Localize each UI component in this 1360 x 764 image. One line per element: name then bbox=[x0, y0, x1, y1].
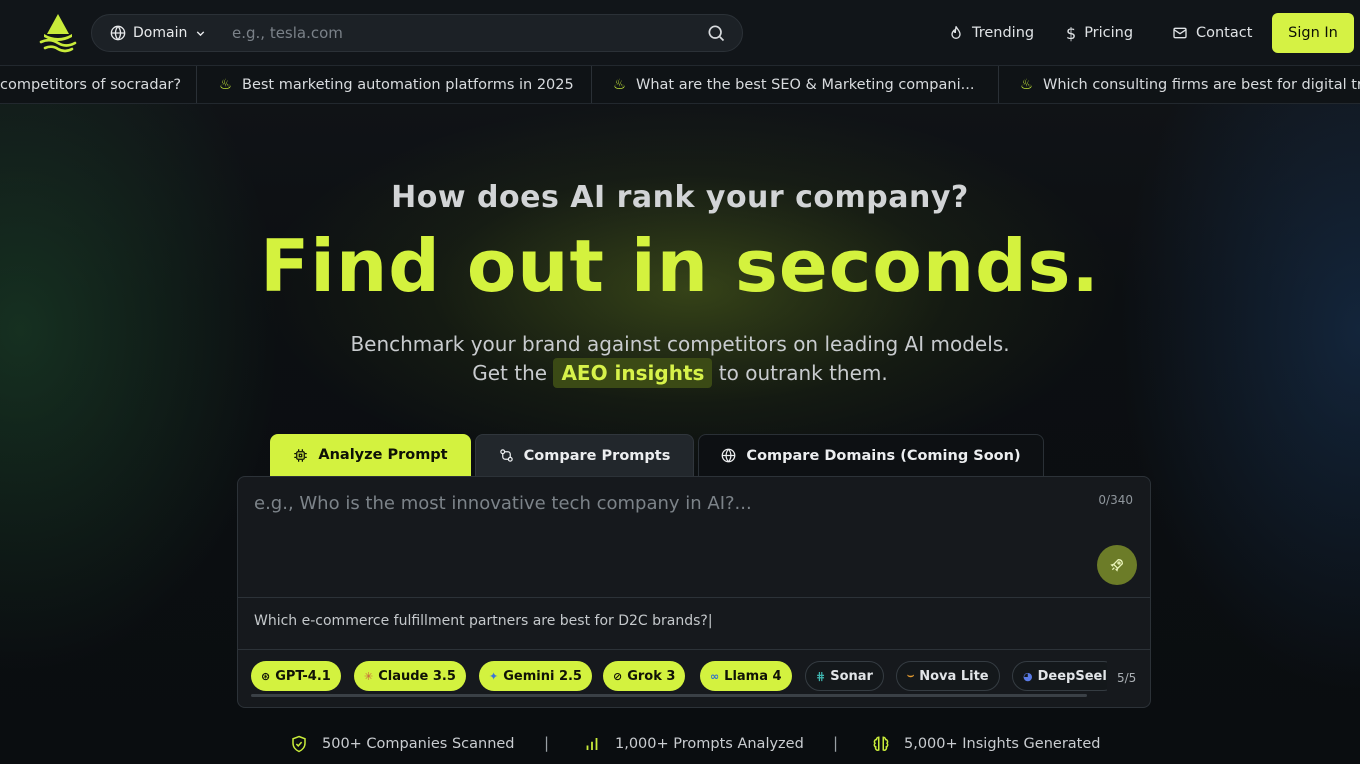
stat-divider: | bbox=[833, 734, 839, 752]
ticker-item[interactable]: competitors of socradar? bbox=[0, 66, 181, 103]
ticker-item-label: Which consulting firms are best for digi… bbox=[1043, 76, 1360, 93]
model-count: 5/5 bbox=[1117, 671, 1137, 685]
model-chip-label: Nova Lite bbox=[919, 668, 989, 684]
hero-headline: Find out in seconds. bbox=[260, 224, 1100, 308]
model-chip-label: Sonar bbox=[830, 668, 873, 684]
example-prompt-typing: Which e-commerce fulfillment partners ar… bbox=[254, 613, 713, 629]
nav-trending-label: Trending bbox=[972, 25, 1035, 41]
nav-trending[interactable]: Trending bbox=[948, 0, 1034, 66]
tab-analyze-label: Analyze Prompt bbox=[318, 447, 448, 463]
stat-prompts-label: 1,000+ Prompts Analyzed bbox=[615, 736, 804, 752]
ticker-item[interactable]: ♨ What are the best SEO & Marketing comp… bbox=[613, 66, 974, 103]
tab-compare-prompts[interactable]: Compare Prompts bbox=[475, 434, 694, 476]
deepseek-icon: ◕ bbox=[1023, 669, 1033, 683]
char-counter: 0/340 bbox=[1098, 493, 1133, 507]
model-selector: ⊛ GPT-4.1 ✳ Claude 3.5 ✦ Gemini 2.5 ⊘ Gr… bbox=[251, 661, 1107, 695]
amazon-icon: ⌣ bbox=[907, 669, 915, 682]
model-chip-label: Grok 3 bbox=[627, 668, 676, 684]
ticker-item-label: Best marketing automation platforms in 2… bbox=[242, 76, 574, 93]
shield-check-icon bbox=[292, 735, 306, 753]
hero-subtitle-post: to outrank them. bbox=[718, 361, 888, 385]
sign-in-button[interactable]: Sign In bbox=[1272, 13, 1354, 53]
model-scrollbar[interactable] bbox=[251, 694, 1087, 697]
meta-icon: ∞ bbox=[710, 669, 720, 683]
stat-companies-label: 500+ Companies Scanned bbox=[322, 736, 515, 752]
ticker-item-label: competitors of socradar? bbox=[0, 76, 182, 93]
tab-compare-domains-label: Compare Domains (Coming Soon) bbox=[746, 447, 1021, 464]
panel-divider bbox=[238, 649, 1150, 650]
perplexity-icon: ⋕ bbox=[816, 669, 826, 683]
aeo-highlight: AEO insights bbox=[553, 358, 713, 388]
tab-compare-domains[interactable]: Compare Domains (Coming Soon) bbox=[698, 434, 1044, 476]
model-chip-gemini-2-5[interactable]: ✦ Gemini 2.5 bbox=[479, 661, 592, 691]
anthropic-icon: ✳ bbox=[364, 669, 374, 683]
model-chip-label: Claude 3.5 bbox=[378, 668, 456, 684]
model-chip-grok-3[interactable]: ⊘ Grok 3 bbox=[603, 661, 686, 691]
model-chip-nova-lite[interactable]: ⌣ Nova Lite bbox=[896, 661, 1000, 691]
submit-prompt-button[interactable] bbox=[1097, 545, 1137, 585]
tab-compare-prompts-label: Compare Prompts bbox=[523, 447, 671, 464]
domain-select-label: Domain bbox=[133, 25, 188, 41]
ticker-item[interactable]: ♨ Which consulting firms are best for di… bbox=[1020, 66, 1360, 103]
hero-subtitle-line2: Get the AEO insights to outrank them. bbox=[0, 358, 1360, 388]
trending-ticker: competitors of socradar? ♨ Best marketin… bbox=[0, 66, 1360, 104]
prompt-panel: 0/340 Which e-commerce fulfillment partn… bbox=[237, 476, 1151, 708]
gemini-icon: ✦ bbox=[489, 669, 499, 683]
ticker-divider bbox=[196, 66, 197, 103]
compare-icon bbox=[499, 449, 513, 462]
nav-pricing-label: Pricing bbox=[1084, 25, 1134, 41]
openai-icon: ⊛ bbox=[261, 669, 271, 683]
flame-icon: ♨ bbox=[219, 76, 232, 93]
ticker-item-label: What are the best SEO & Marketing compan… bbox=[636, 76, 975, 93]
prompt-input[interactable] bbox=[254, 493, 1074, 583]
grok-icon: ⊘ bbox=[613, 669, 623, 683]
nav-contact[interactable]: Contact bbox=[1172, 0, 1252, 66]
model-chip-label: GPT-4.1 bbox=[275, 668, 331, 684]
globe-icon bbox=[722, 448, 736, 463]
hero-subtitle: Benchmark your brand against competitors… bbox=[0, 330, 1360, 388]
domain-search-bar: Domain bbox=[91, 14, 743, 52]
globe-icon bbox=[110, 25, 126, 41]
nav-pricing[interactable]: $ Pricing bbox=[1066, 0, 1133, 66]
model-chip-sonar[interactable]: ⋕ Sonar bbox=[805, 661, 884, 691]
logo-icon[interactable] bbox=[38, 12, 78, 54]
model-chip-claude-3-5[interactable]: ✳ Claude 3.5 bbox=[354, 661, 466, 691]
bar-chart-icon bbox=[586, 738, 598, 750]
dollar-icon: $ bbox=[1066, 23, 1077, 43]
model-chip-label: Llama 4 bbox=[724, 668, 782, 684]
flame-icon: ♨ bbox=[1020, 76, 1033, 93]
stat-prompts: 1,000+ Prompts Analyzed bbox=[583, 730, 804, 758]
stat-divider: | bbox=[544, 734, 550, 752]
ticker-divider bbox=[591, 66, 592, 103]
ticker-divider bbox=[998, 66, 999, 103]
stats-bar: 500+ Companies Scanned | 1,000+ Prompts … bbox=[0, 730, 1360, 758]
stat-insights: 5,000+ Insights Generated bbox=[872, 730, 1101, 758]
flame-icon bbox=[951, 26, 961, 39]
flame-icon: ♨ bbox=[613, 76, 626, 93]
chip-icon bbox=[294, 448, 308, 462]
brain-icon bbox=[873, 736, 889, 751]
hero-subtitle-pre: Get the bbox=[472, 361, 548, 385]
stat-insights-label: 5,000+ Insights Generated bbox=[904, 736, 1101, 752]
hero-question: How does AI rank your company? bbox=[391, 180, 969, 215]
mail-icon bbox=[1173, 27, 1187, 39]
model-chip-label: Gemini 2.5 bbox=[503, 668, 582, 684]
domain-select[interactable]: Domain bbox=[110, 15, 207, 51]
nav-contact-label: Contact bbox=[1196, 25, 1253, 41]
chevron-down-icon bbox=[197, 30, 205, 36]
search-icon[interactable] bbox=[706, 23, 726, 43]
tab-analyze-prompt[interactable]: Analyze Prompt bbox=[270, 434, 471, 476]
model-chip-llama-4[interactable]: ∞ Llama 4 bbox=[700, 661, 792, 691]
top-header: Domain Trending $ Pricing Contact Sign I… bbox=[0, 0, 1360, 66]
model-chip-gpt-4-1[interactable]: ⊛ GPT-4.1 bbox=[251, 661, 341, 691]
panel-divider bbox=[238, 597, 1150, 598]
model-chip-label: DeepSeel bbox=[1037, 668, 1107, 684]
rocket-icon bbox=[1110, 558, 1124, 572]
ticker-item[interactable]: ♨ Best marketing automation platforms in… bbox=[219, 66, 574, 103]
model-chip-deepseek[interactable]: ◕ DeepSeel bbox=[1012, 661, 1107, 691]
stat-companies: 500+ Companies Scanned bbox=[290, 730, 515, 758]
domain-search-input[interactable] bbox=[232, 15, 692, 51]
hero-subtitle-line1: Benchmark your brand against competitors… bbox=[350, 332, 1010, 356]
